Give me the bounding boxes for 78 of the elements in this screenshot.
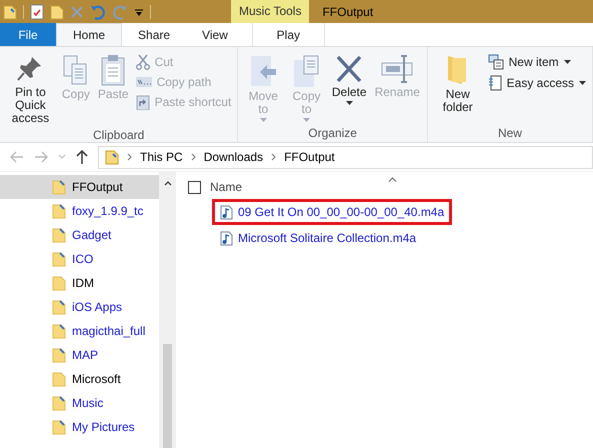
- sidebar-item[interactable]: Music: [0, 391, 159, 415]
- up-arrow-icon[interactable]: [76, 150, 88, 164]
- folder-icon: [52, 275, 66, 291]
- new-item-icon: [488, 54, 504, 70]
- group-label: Clipboard: [92, 128, 144, 142]
- ribbon-button[interactable]: New item: [486, 53, 588, 71]
- folder-icon: [52, 371, 66, 387]
- ribbon-tab[interactable]: File: [0, 23, 56, 46]
- folder-icon: [52, 227, 66, 243]
- delete-icon: [335, 54, 364, 84]
- chevron-up-icon: [164, 180, 172, 186]
- folder-icon: [52, 347, 66, 363]
- breadcrumb[interactable]: FFOutput: [284, 150, 335, 164]
- sidebar-item[interactable]: My Pictures: [0, 415, 159, 439]
- group-label: Organize: [308, 126, 357, 140]
- sidebar-item[interactable]: ICO: [0, 247, 159, 271]
- rename-icon: [381, 54, 414, 84]
- shortcut-icon: [136, 94, 150, 110]
- close-icon[interactable]: [70, 4, 84, 18]
- ribbon-button[interactable]: Pin to Quick access: [4, 51, 57, 128]
- chevron-right-icon: [271, 153, 276, 161]
- folder-icon: [52, 203, 66, 219]
- scrollbar[interactable]: [159, 172, 176, 448]
- redo-icon[interactable]: [112, 4, 128, 20]
- sort-caret-icon: [388, 177, 397, 182]
- caret-icon: [303, 118, 310, 122]
- folder-icon: [52, 251, 66, 267]
- caret-icon: [579, 81, 586, 85]
- sidebar-item[interactable]: magicthai_full: [0, 319, 159, 343]
- move-icon: [248, 54, 278, 88]
- sidebar-item[interactable]: foxy_1.9.9_tc: [0, 199, 159, 223]
- folder-icon: [52, 179, 66, 195]
- chevron-right-icon: [190, 153, 196, 161]
- folder-icon[interactable]: [50, 4, 64, 20]
- caret-icon: [346, 101, 353, 105]
- folder-icon: [52, 419, 66, 435]
- clipboard-icon: [100, 54, 126, 86]
- ribbon-button[interactable]: Easy access: [486, 74, 588, 92]
- breadcrumb[interactable]: This PC: [140, 150, 183, 164]
- context-tab-group-label: Music Tools: [231, 0, 310, 23]
- select-all-checkbox[interactable]: [188, 180, 201, 194]
- back-arrow-icon[interactable]: [10, 151, 24, 163]
- scrollbar-thumb[interactable]: [163, 344, 172, 448]
- scissors-icon: [136, 54, 150, 70]
- chevron-right-icon: [127, 153, 132, 161]
- folder-icon: [105, 149, 119, 165]
- music-file-icon: [220, 230, 233, 246]
- ribbon-tab[interactable]: Play: [252, 23, 325, 46]
- easy-access-icon: [488, 75, 502, 91]
- ribbon-button[interactable]: New folder: [432, 51, 484, 126]
- group-label: New: [498, 126, 522, 140]
- chevron-down-icon[interactable]: [58, 154, 66, 160]
- folder-icon: [52, 323, 66, 339]
- undo-icon[interactable]: [90, 4, 106, 20]
- path-icon: [136, 77, 152, 87]
- window-title: FFOutput: [321, 4, 374, 18]
- dropdown-icon[interactable]: [134, 6, 144, 16]
- column-header[interactable]: Name: [210, 180, 242, 194]
- caret-icon: [564, 60, 571, 64]
- sidebar-item[interactable]: Gadget: [0, 223, 159, 247]
- breadcrumb[interactable]: Downloads: [204, 150, 264, 164]
- sidebar-item[interactable]: Microsoft: [0, 367, 159, 391]
- sidebar-item[interactable]: MAP: [0, 343, 159, 367]
- forward-arrow-icon[interactable]: [34, 151, 48, 163]
- address-bar[interactable]: This PC Downloads FFOutput: [98, 146, 593, 168]
- folder-icon: [52, 395, 66, 411]
- file-row[interactable]: Microsoft Solitaire Collection.m4a: [212, 225, 424, 251]
- folder-icon: [52, 299, 66, 315]
- ribbon-button[interactable]: Delete: [328, 51, 370, 126]
- folder-icon[interactable]: [3, 4, 17, 20]
- sidebar-item[interactable]: iOS Apps: [0, 295, 159, 319]
- checklist-icon[interactable]: [30, 4, 44, 20]
- caret-icon: [260, 118, 267, 122]
- sidebar-item[interactable]: IDM: [0, 271, 159, 295]
- ribbon-tab[interactable]: Home: [56, 23, 122, 46]
- sidebar-item[interactable]: FFOutput: [0, 175, 159, 199]
- file-row[interactable]: 09 Get It On 00_00_00-00_00_40.m4a: [212, 199, 452, 225]
- music-file-icon: [220, 204, 233, 220]
